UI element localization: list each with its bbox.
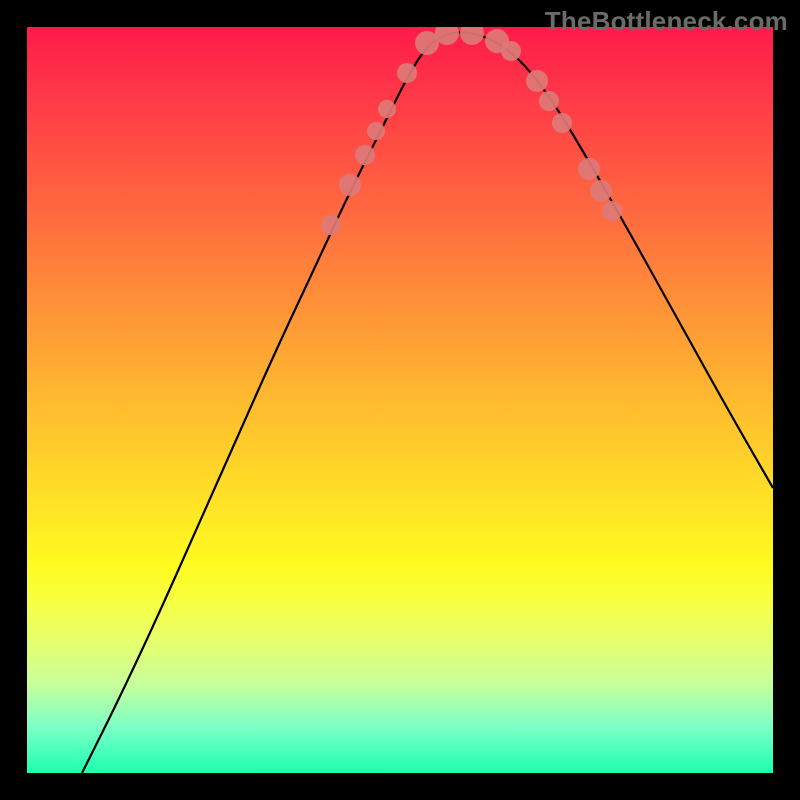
watermark-text: TheBottleneck.com bbox=[545, 6, 788, 37]
curve-marker bbox=[526, 70, 548, 92]
curve-marker bbox=[590, 180, 612, 202]
plot-area bbox=[27, 27, 773, 773]
curve-marker bbox=[578, 158, 600, 180]
chart-frame: TheBottleneck.com bbox=[0, 0, 800, 800]
curve-marker bbox=[378, 100, 396, 118]
curve-svg bbox=[27, 27, 773, 773]
curve-marker bbox=[355, 145, 375, 165]
marker-group bbox=[321, 27, 622, 235]
curve-marker bbox=[501, 41, 521, 61]
curve-marker bbox=[552, 113, 572, 133]
curve-group bbox=[82, 32, 773, 773]
curve-marker bbox=[460, 27, 484, 45]
curve-marker bbox=[539, 91, 559, 111]
curve-marker bbox=[339, 174, 361, 196]
curve-marker bbox=[321, 215, 341, 235]
bottleneck-curve bbox=[82, 32, 773, 773]
curve-marker bbox=[367, 122, 385, 140]
curve-marker bbox=[602, 201, 622, 221]
curve-marker bbox=[397, 63, 417, 83]
